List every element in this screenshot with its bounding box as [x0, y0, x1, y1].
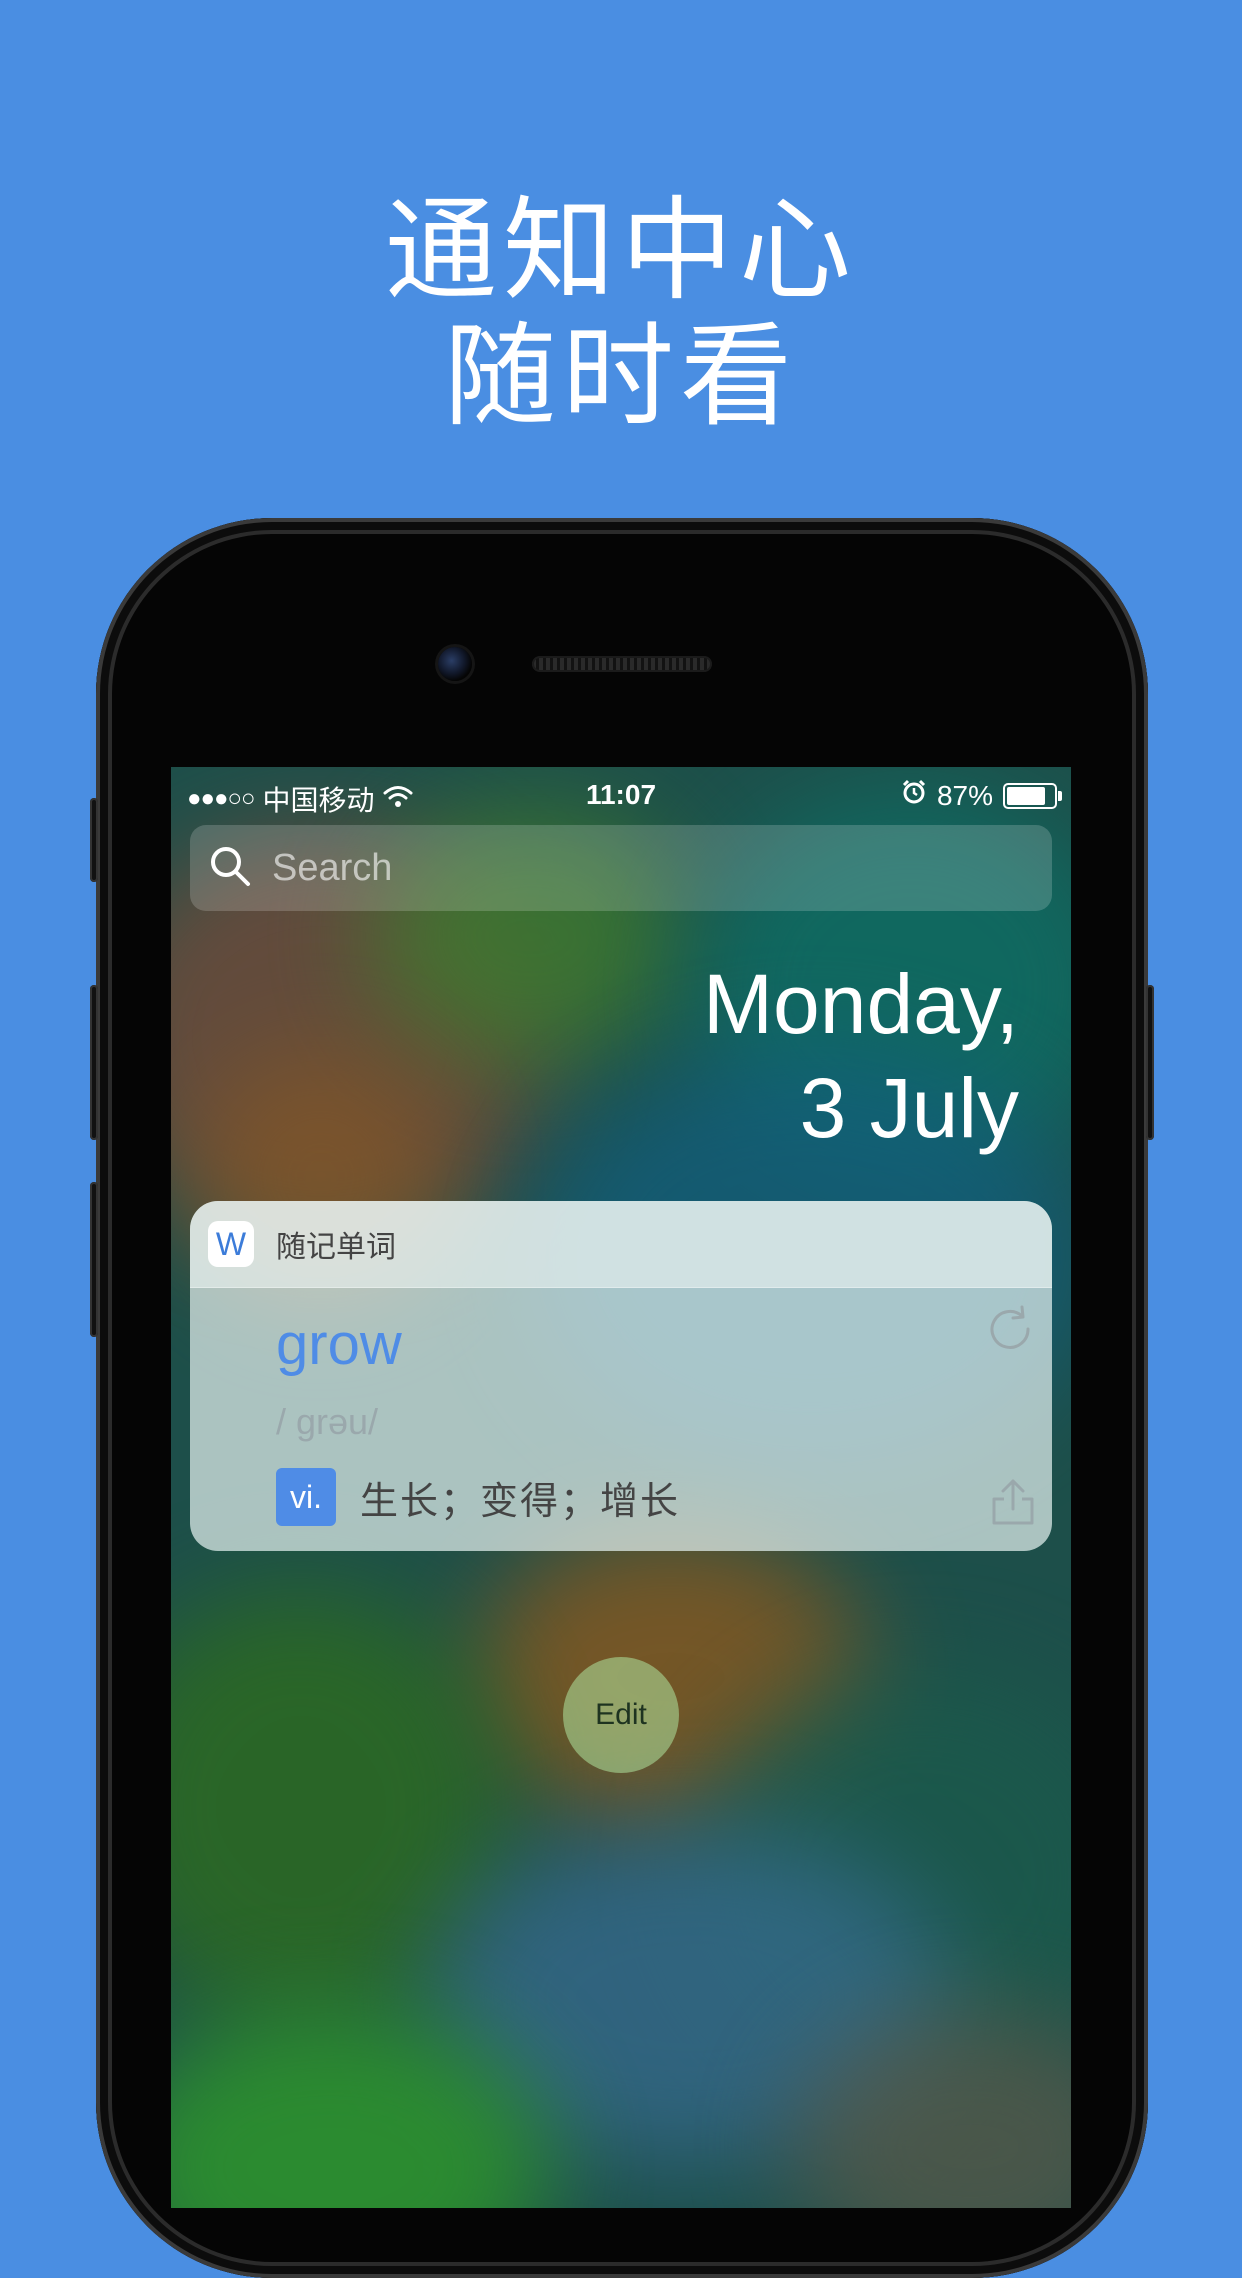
volume-down-button — [90, 1182, 98, 1337]
app-name: 随记单词 — [276, 1230, 396, 1265]
edit-button[interactable]: Edit — [563, 1657, 679, 1773]
phonetic: / grəu/ — [276, 1401, 379, 1442]
refresh-icon[interactable] — [982, 1301, 1038, 1361]
vocab-word: grow — [276, 1312, 402, 1377]
battery-icon — [1003, 782, 1062, 809]
front-camera — [438, 647, 472, 681]
app-icon: W — [208, 1221, 254, 1267]
date-day-month: 3 July — [799, 1061, 1019, 1155]
part-of-speech-badge: vi. — [276, 1468, 336, 1526]
earpiece-speaker — [532, 656, 712, 672]
volume-up-button — [90, 985, 98, 1140]
headline-line-1: 通知中心 — [385, 186, 857, 316]
status-bar: ●●●○○ 中国移动 11:07 87% — [171, 767, 1071, 819]
battery-fill — [1007, 786, 1045, 805]
battery-percent: 87% — [936, 779, 993, 811]
headline-line-2: 随时看 — [444, 312, 798, 442]
date-weekday: Monday, — [703, 957, 1019, 1051]
alarm-icon — [901, 779, 927, 812]
date-display: Monday, 3 July — [703, 952, 1019, 1160]
search-placeholder: Search — [272, 846, 393, 889]
word-meaning: 生长；变得；增长 — [360, 1478, 681, 1523]
phone-screen: ●●●○○ 中国移动 11:07 87% Search Monday, 3 Ju… — [171, 767, 1071, 2208]
share-icon[interactable] — [990, 1477, 1036, 1531]
headline: 通知中心 随时看 — [0, 188, 1242, 440]
definition-row: vi. 生长；变得；增长 — [276, 1468, 680, 1526]
widget-header[interactable]: W 随记单词 — [190, 1201, 1052, 1288]
word-widget[interactable]: W 随记单词 grow / grəu/ vi. 生长；变得；增长 — [190, 1201, 1052, 1551]
silent-switch — [90, 798, 98, 882]
search-bar[interactable]: Search — [190, 825, 1052, 911]
search-icon — [190, 844, 252, 892]
power-button — [1146, 985, 1154, 1140]
